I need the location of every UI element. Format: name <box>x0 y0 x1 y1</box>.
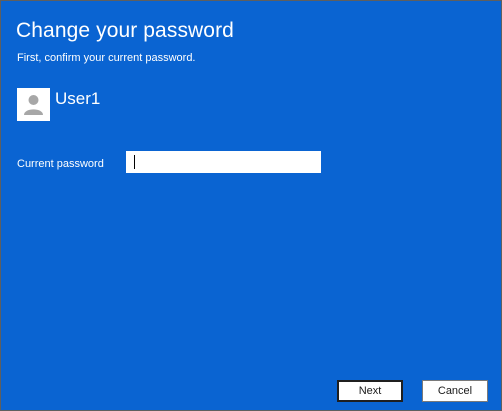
avatar <box>17 88 50 121</box>
dialog-title: Change your password <box>16 19 234 42</box>
change-password-dialog: Change your password First, confirm your… <box>0 0 502 411</box>
username: User1 <box>55 89 101 108</box>
dialog-subtitle: First, confirm your current password. <box>17 52 196 64</box>
current-password-label: Current password <box>17 158 104 170</box>
current-password-field[interactable] <box>126 151 321 173</box>
next-button[interactable]: Next <box>337 380 403 402</box>
text-caret <box>134 155 135 169</box>
user-icon <box>24 95 43 115</box>
cancel-button[interactable]: Cancel <box>422 380 488 402</box>
